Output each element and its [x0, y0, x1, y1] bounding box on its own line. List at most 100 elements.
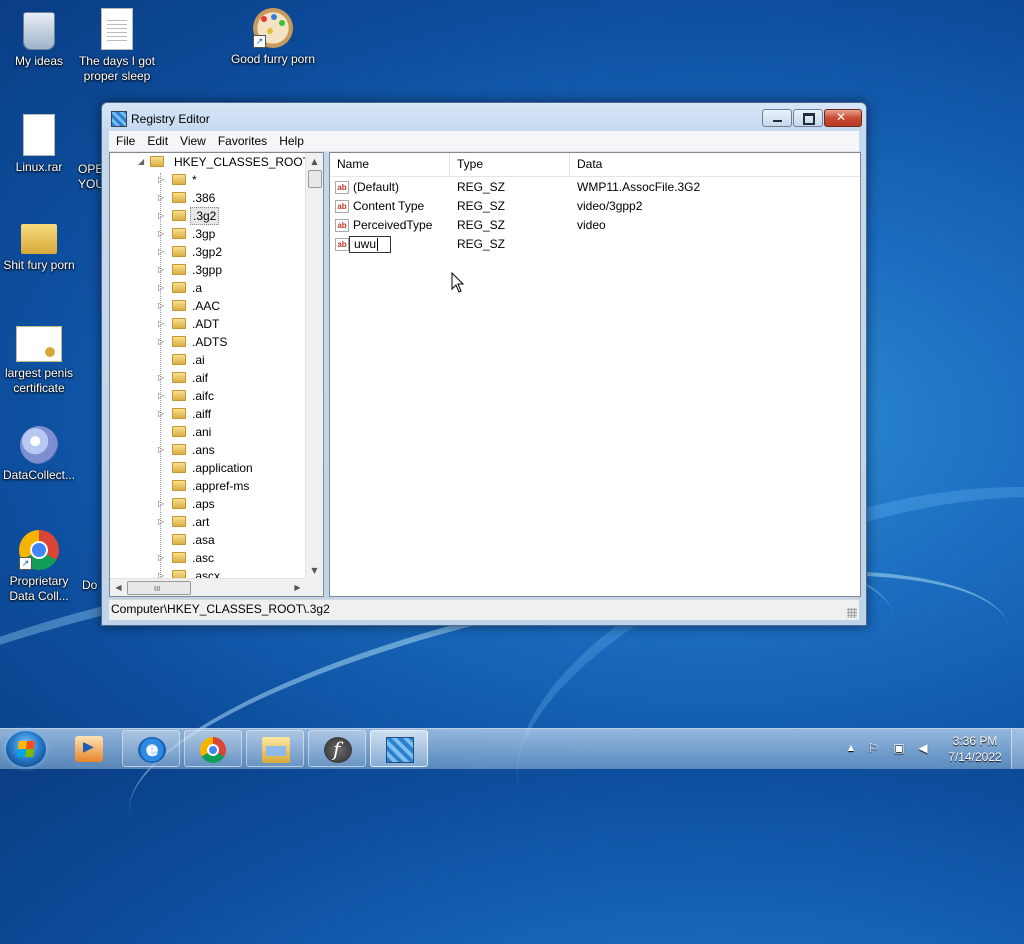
certificate-icon	[16, 326, 62, 362]
network-icon[interactable]: ▣	[892, 741, 906, 755]
action-center-flag-icon[interactable]: ⚐	[866, 741, 880, 755]
expand-arrow-icon[interactable]: ▷	[158, 171, 166, 189]
values-list[interactable]: Name Type Data ab (Default) REG_SZ WMP11…	[329, 152, 861, 597]
clock[interactable]: 3:36 PM 7/14/2022	[940, 733, 1010, 765]
registry-tree[interactable]: ◢ HKEY_CLASSES_ROOT ▷ * ▷ .386 ▷ .3g2 ▷ .3gp ▷ .3…	[109, 152, 324, 597]
minimize-button[interactable]	[762, 109, 792, 127]
taskbar-chrome[interactable]	[184, 730, 242, 767]
data-collector-icon	[20, 426, 58, 464]
value-name: Content Type	[353, 199, 425, 213]
desktop-icon-my-ideas[interactable]: My ideas	[0, 8, 82, 69]
expand-arrow-icon[interactable]: ▷	[158, 495, 166, 513]
desktop-icon-label: My ideas	[14, 54, 64, 68]
column-header-data[interactable]: Data	[570, 153, 860, 176]
string-value-icon: ab	[335, 219, 349, 232]
taskbar-media-player[interactable]	[60, 730, 118, 767]
scroll-down-arrow-icon[interactable]: ▼	[306, 562, 323, 579]
tree-item-label: .aps	[192, 497, 215, 511]
folder-icon	[172, 480, 186, 491]
close-button[interactable]	[824, 109, 862, 127]
scroll-thumb[interactable]: III	[127, 581, 191, 595]
status-bar: Computer\HKEY_CLASSES_ROOT\.3g2	[109, 599, 859, 620]
taskbar: ▲ ⚐ ▣ ◀ 3:36 PM 7/14/2022	[0, 728, 1024, 769]
expand-arrow-icon[interactable]: ▷	[158, 315, 166, 333]
registry-editor-window[interactable]: Registry Editor FileEditViewFavoritesHel…	[101, 102, 867, 626]
expand-arrow-icon[interactable]: ▷	[158, 333, 166, 351]
desktop-icon-partial-2[interactable]: Do	[82, 578, 102, 593]
folder-icon	[172, 534, 186, 545]
expand-arrow-icon[interactable]: ▷	[158, 279, 166, 297]
scroll-right-arrow-icon[interactable]: ▶	[289, 579, 306, 596]
tree-vertical-scrollbar[interactable]: ▲ ▼	[305, 153, 323, 579]
desktop-icon-datacollector[interactable]: DataCollect...	[0, 426, 82, 483]
column-header-name[interactable]: Name	[330, 153, 450, 176]
folder-icon	[172, 192, 186, 203]
expand-arrow-icon[interactable]: ▷	[158, 189, 166, 207]
value-type: REG_SZ	[457, 199, 506, 213]
taskbar-flash[interactable]	[308, 730, 366, 767]
tree-horizontal-scrollbar[interactable]: ◀ III ▶	[110, 578, 306, 596]
rename-value-input[interactable]: uwu	[349, 236, 391, 253]
folder-icon	[172, 318, 186, 329]
desktop-icon-partial[interactable]: OPE YOU	[78, 162, 102, 192]
desktop-icon-certificate[interactable]: largest penis certificate	[0, 320, 82, 396]
tree-item-label: .3g2	[190, 207, 220, 225]
volume-muted-icon[interactable]: ◀	[916, 741, 930, 755]
paint-shortcut-icon: ↗	[253, 8, 293, 48]
scroll-left-arrow-icon[interactable]: ◀	[110, 579, 127, 596]
desktop-icon-label: DataCollect...	[2, 468, 76, 482]
scroll-grip: III	[154, 585, 161, 593]
taskbar-regedit[interactable]	[370, 730, 428, 767]
maximize-button[interactable]	[793, 109, 823, 127]
menu-edit[interactable]: Edit	[140, 131, 173, 150]
expand-arrow-icon[interactable]: ▷	[158, 549, 166, 567]
expand-arrow-icon[interactable]: ▷	[158, 261, 166, 279]
show-desktop-button[interactable]	[1011, 729, 1024, 769]
expand-arrow-icon[interactable]: ▷	[158, 225, 166, 243]
desktop-icon-proprietary[interactable]: ↗ Proprietary Data Coll...	[0, 530, 82, 604]
taskbar-explorer[interactable]	[246, 730, 304, 767]
folder-icon	[172, 282, 186, 293]
resize-grip-icon[interactable]	[847, 608, 857, 618]
taskbar-internet-explorer[interactable]	[122, 730, 180, 767]
value-data: WMP11.AssocFile.3G2	[577, 180, 701, 194]
menu-favorites[interactable]: Favorites	[211, 131, 272, 150]
folder-icon	[172, 336, 186, 347]
value-row[interactable]: ab PerceivedType REG_SZ video	[330, 216, 860, 235]
expand-arrow-icon[interactable]: ▷	[158, 207, 166, 225]
menu-help[interactable]: Help	[272, 131, 309, 150]
expand-arrow-icon[interactable]: ▷	[158, 405, 166, 423]
value-row[interactable]: ab Content Type REG_SZ video/3gpp2	[330, 197, 860, 216]
desktop-icon-sleep-doc[interactable]: The days I got proper sleep	[74, 8, 160, 84]
expand-arrow-icon[interactable]: ▷	[158, 243, 166, 261]
folder-explorer-icon	[262, 737, 290, 763]
desktop-icon-good-furry[interactable]: ↗ Good furry porn	[230, 8, 316, 67]
menu-view[interactable]: View	[173, 131, 211, 150]
desktop-icon-folder[interactable]: Shit fury porn	[0, 214, 82, 273]
title-bar[interactable]: Registry Editor	[102, 103, 866, 131]
desktop-icon-linux-rar[interactable]: Linux.rar	[0, 114, 82, 175]
scroll-up-arrow-icon[interactable]: ▲	[306, 153, 323, 170]
value-row-editing[interactable]: ab uwu REG_SZ	[330, 235, 860, 254]
expand-arrow-icon[interactable]: ▷	[158, 369, 166, 387]
expand-arrow-icon[interactable]: ▷	[158, 513, 166, 531]
tree-root-label: HKEY_CLASSES_ROOT	[174, 155, 311, 169]
show-hidden-icons-icon[interactable]: ▲	[844, 741, 858, 755]
tree-item-label: .ADTS	[192, 335, 228, 349]
regedit-icon	[386, 737, 414, 763]
tree-item-label: .386	[192, 191, 216, 205]
value-row[interactable]: ab (Default) REG_SZ WMP11.AssocFile.3G2	[330, 178, 860, 197]
media-player-icon	[75, 736, 103, 762]
collapse-arrow-icon[interactable]: ◢	[138, 153, 146, 171]
menu-file[interactable]: File	[109, 131, 140, 150]
expand-arrow-icon[interactable]: ▷	[158, 441, 166, 459]
column-header-type[interactable]: Type	[450, 153, 570, 176]
desktop-icon-label: Linux.rar	[15, 160, 63, 174]
expand-arrow-icon[interactable]: ▷	[158, 297, 166, 315]
clock-time: 3:36 PM	[952, 734, 998, 748]
start-button[interactable]	[6, 731, 46, 767]
expand-arrow-icon[interactable]: ▷	[158, 387, 166, 405]
column-header-row: Name Type Data	[330, 153, 860, 177]
archive-file-icon	[23, 114, 55, 156]
scroll-thumb[interactable]	[308, 170, 322, 188]
